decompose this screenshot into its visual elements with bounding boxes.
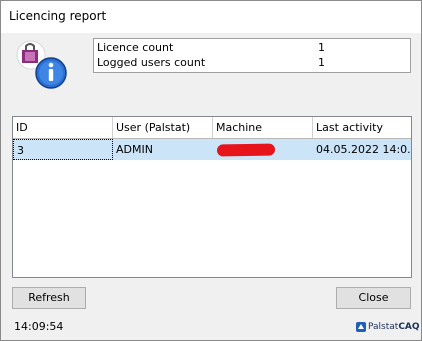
- column-header-id[interactable]: ID: [13, 117, 113, 138]
- logo-text: PalstatCAQ: [368, 322, 420, 332]
- close-button[interactable]: Close: [336, 287, 411, 309]
- window-title: Licencing report: [9, 9, 107, 23]
- column-header-machine[interactable]: Machine: [213, 117, 313, 138]
- licencing-report-window: Licencing report Licence count 1 Logged …: [0, 0, 422, 341]
- cell-id[interactable]: 3: [13, 139, 113, 160]
- refresh-button[interactable]: Refresh: [12, 287, 86, 309]
- sessions-grid[interactable]: ID User (Palstat) Machine Last activity …: [12, 116, 412, 278]
- logged-users-row: Logged users count 1: [97, 56, 407, 71]
- status-time: 14:09:54: [14, 320, 64, 333]
- logged-users-value: 1: [318, 56, 325, 69]
- cell-machine[interactable]: [213, 139, 313, 160]
- licence-count-label: Licence count: [97, 41, 174, 54]
- palstat-logo: PalstatCAQ: [356, 320, 420, 334]
- table-row[interactable]: 3 ADMIN 04.05.2022 14:0...: [13, 139, 411, 160]
- licence-count-value: 1: [318, 41, 325, 54]
- logged-users-label: Logged users count: [97, 56, 206, 69]
- grid-header: ID User (Palstat) Machine Last activity: [13, 117, 411, 139]
- logo-text-caq: CAQ: [398, 322, 420, 332]
- title-bar: Licencing report: [1, 1, 421, 33]
- column-header-last-activity[interactable]: Last activity: [313, 117, 411, 138]
- logo-text-palstat: Palstat: [368, 322, 399, 332]
- licence-count-row: Licence count 1: [97, 41, 407, 56]
- licence-summary-box: Licence count 1 Logged users count 1: [93, 38, 411, 73]
- redaction-mark: [216, 143, 276, 157]
- palstat-logo-icon: [356, 322, 366, 332]
- licence-info-icon: [16, 40, 67, 89]
- column-header-user[interactable]: User (Palstat): [113, 117, 213, 138]
- cell-last-activity[interactable]: 04.05.2022 14:0...: [313, 139, 411, 160]
- cell-user[interactable]: ADMIN: [113, 139, 213, 160]
